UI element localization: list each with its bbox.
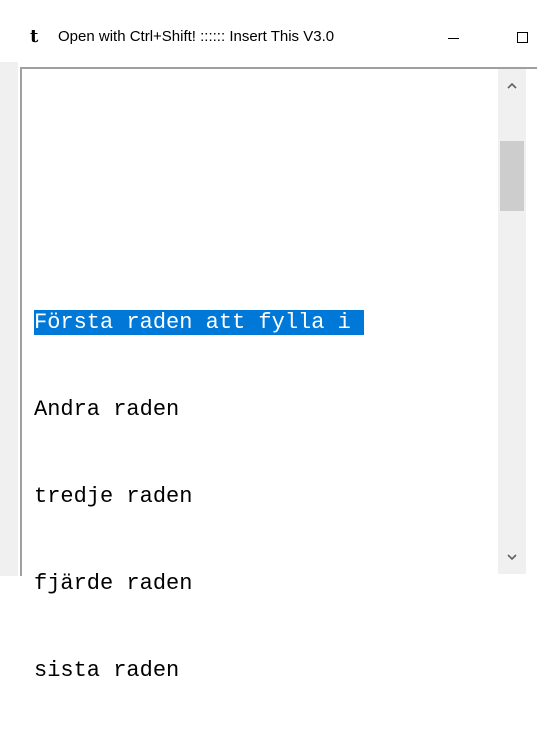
title-bar[interactable]: t Open with Ctrl+Shift! :::::: Insert Th… [0, 0, 537, 62]
vertical-scrollbar[interactable] [498, 69, 526, 574]
chevron-down-icon [507, 554, 517, 561]
scroll-thumb[interactable] [500, 141, 524, 211]
app-window: t Open with Ctrl+Shift! :::::: Insert Th… [0, 0, 537, 683]
text-line-5[interactable]: sista raden [34, 656, 364, 685]
window-title: Open with Ctrl+Shift! :::::: Insert This… [58, 28, 335, 45]
text-line-3[interactable]: tredje raden [34, 482, 364, 511]
maximize-icon [517, 32, 528, 43]
window-right-edge [526, 69, 537, 576]
minimize-icon [447, 37, 459, 39]
text-line-4[interactable]: fjärde raden [34, 569, 364, 598]
scroll-up-button[interactable] [498, 69, 526, 103]
text-content[interactable]: Första raden att fylla i Andra raden tre… [34, 250, 365, 743]
text-line-2[interactable]: Andra raden [34, 395, 364, 424]
scroll-down-button[interactable] [498, 540, 526, 574]
chevron-up-icon [507, 82, 517, 89]
maximize-button[interactable] [500, 20, 537, 54]
text-line-1[interactable]: Första raden att fylla i [34, 308, 365, 337]
minimize-button[interactable] [430, 20, 476, 54]
app-icon: t [30, 26, 39, 47]
